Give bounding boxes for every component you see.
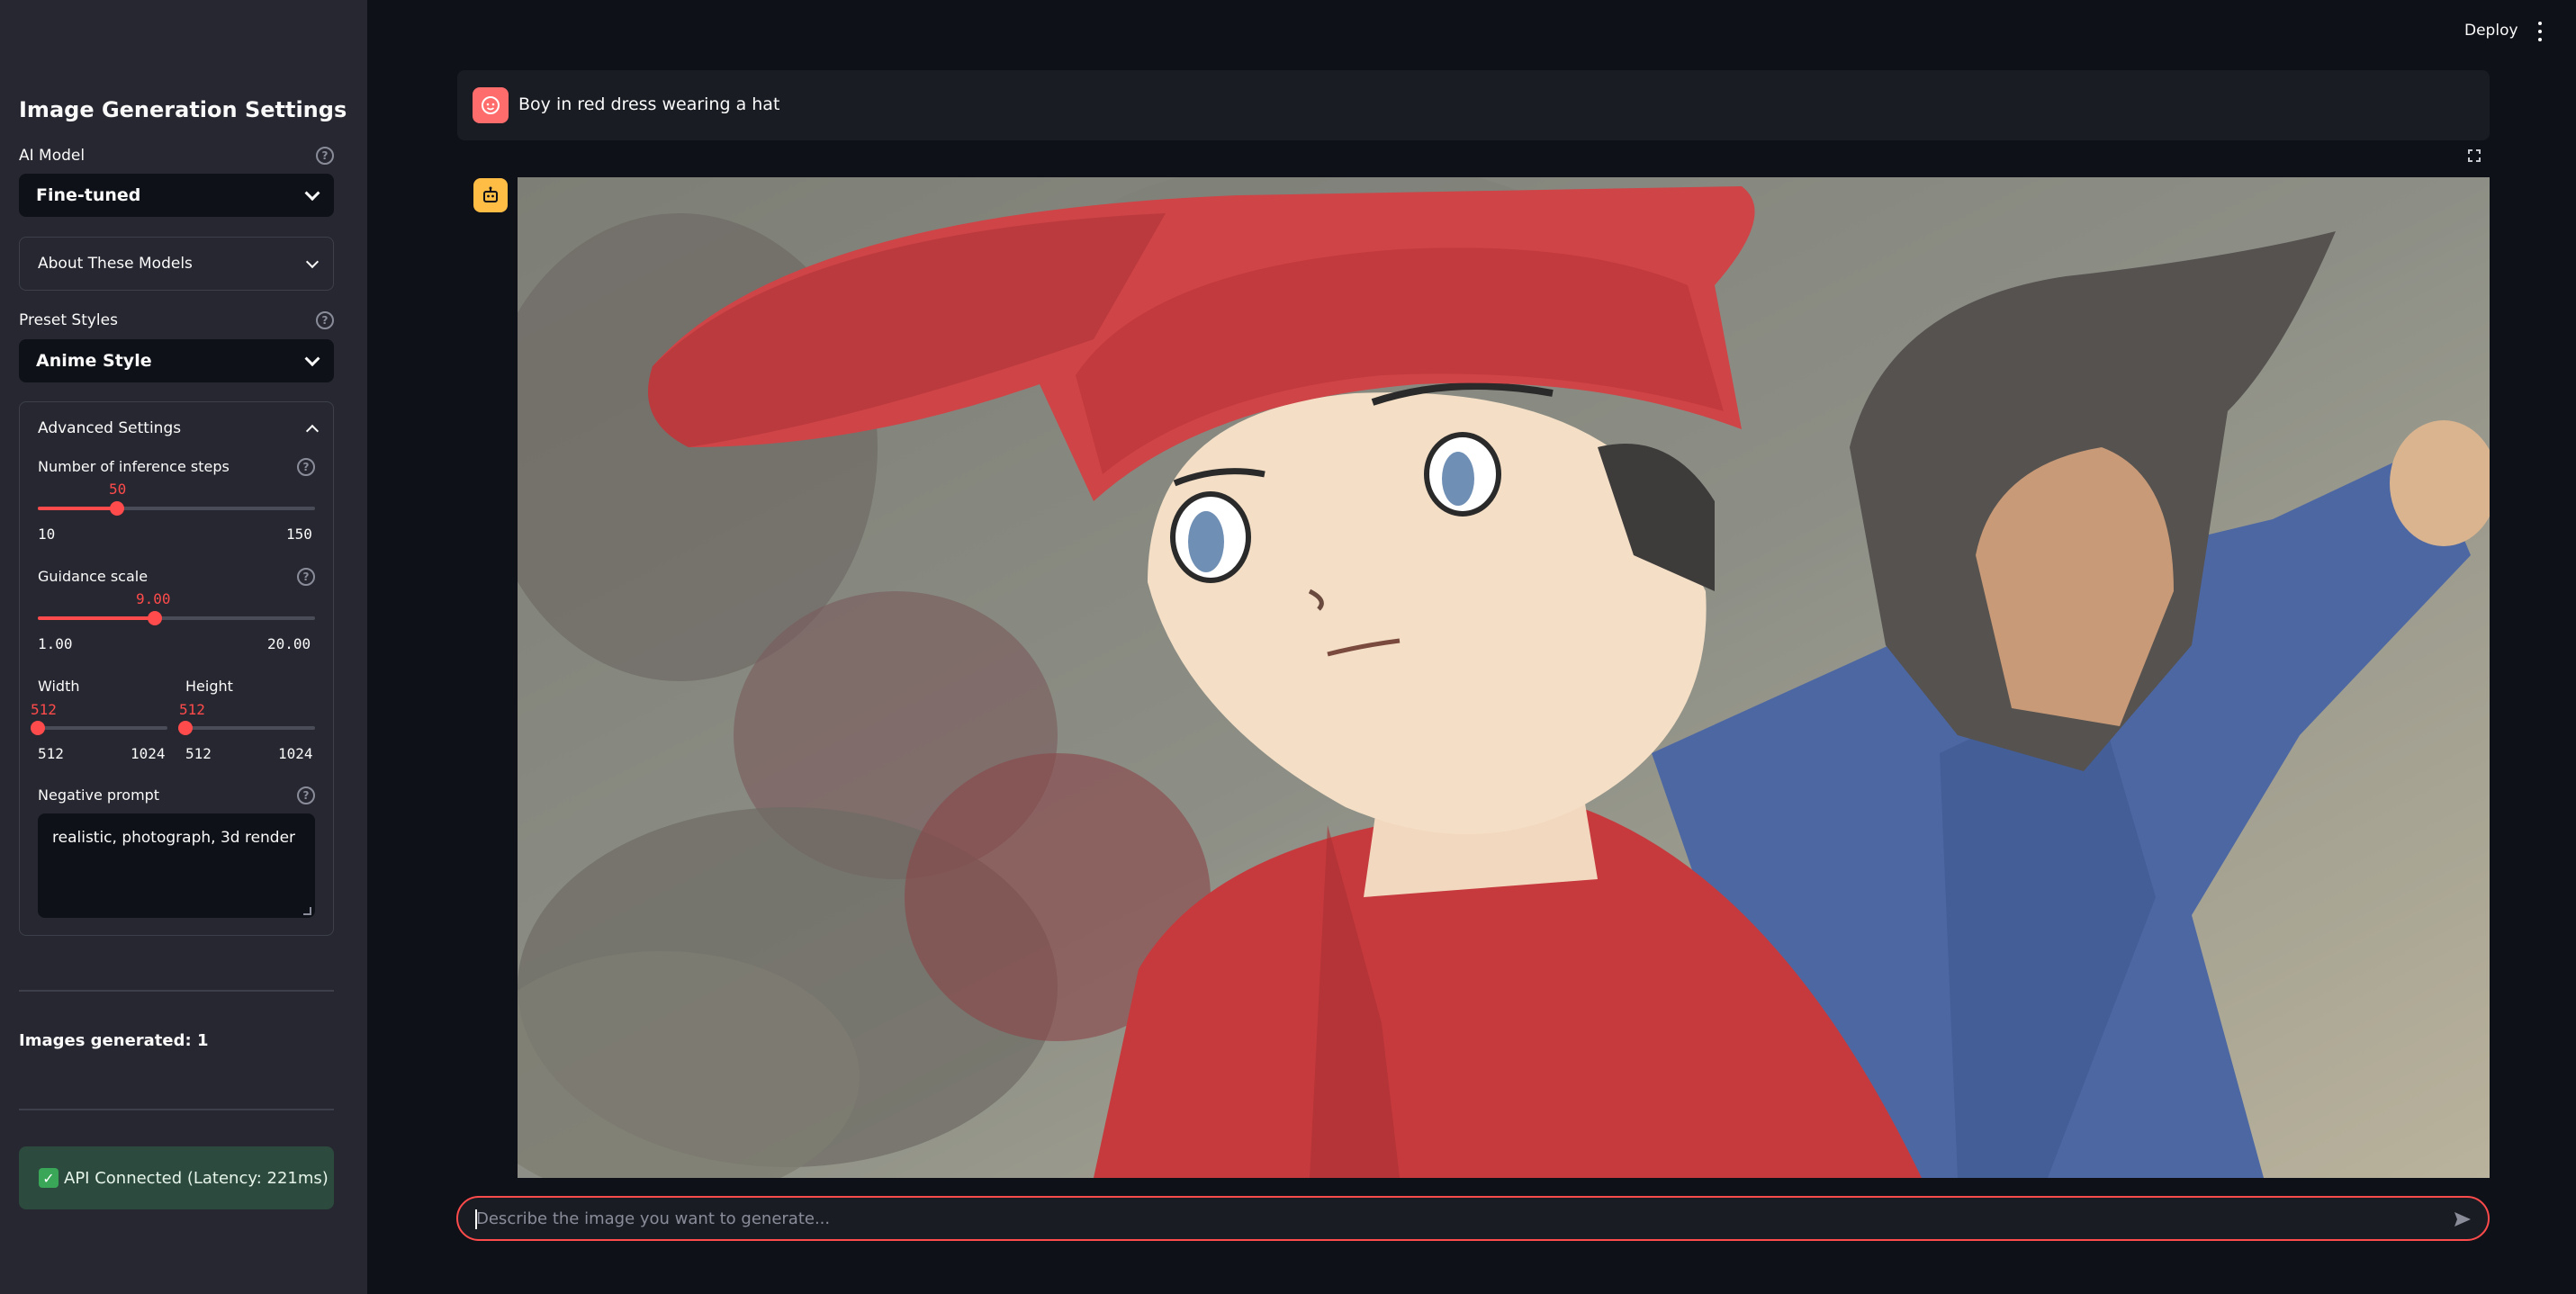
width-max: 1024 xyxy=(131,745,166,762)
model-select[interactable]: Fine-tuned xyxy=(19,174,334,217)
guidance-slider[interactable] xyxy=(38,611,315,625)
user-message: Boy in red dress wearing a hat xyxy=(457,70,2490,140)
preset-select-value: Anime Style xyxy=(36,351,152,371)
model-select-value: Fine-tuned xyxy=(36,185,141,205)
about-models-label: About These Models xyxy=(38,255,193,273)
api-status-alert: ✓ API Connected (Latency: 221ms) xyxy=(19,1146,334,1209)
model-label: AI Model xyxy=(19,147,86,165)
guidance-min: 1.00 xyxy=(38,635,73,652)
steps-max: 150 xyxy=(286,526,312,543)
steps-slider[interactable] xyxy=(38,501,315,516)
width-value: 512 xyxy=(31,701,57,718)
chat-input[interactable]: Describe the image you want to generate.… xyxy=(456,1196,2490,1241)
height-slider[interactable] xyxy=(178,721,315,735)
images-generated-count: Images generated: 1 xyxy=(19,1031,209,1050)
width-label: Width xyxy=(38,678,80,695)
chevron-down-icon xyxy=(304,185,320,202)
chevron-down-icon xyxy=(305,255,320,269)
api-status-text: API Connected (Latency: 221ms) xyxy=(64,1168,329,1188)
negative-prompt-textarea[interactable]: realistic, photograph, 3d render xyxy=(38,813,315,918)
advanced-settings-label: Advanced Settings xyxy=(38,419,182,437)
about-models-expander[interactable]: About These Models xyxy=(19,237,334,291)
check-mark-icon: ✓ xyxy=(39,1168,59,1188)
preset-label: Preset Styles xyxy=(19,311,118,329)
height-min: 512 xyxy=(185,745,212,762)
resize-handle-icon[interactable] xyxy=(303,907,311,915)
width-slider-thumb[interactable] xyxy=(31,721,45,735)
chevron-down-icon xyxy=(304,351,320,367)
help-icon[interactable]: ? xyxy=(297,786,315,804)
deploy-button[interactable]: Deploy xyxy=(2464,22,2518,40)
help-icon[interactable]: ? xyxy=(316,311,334,329)
user-avatar-icon xyxy=(473,87,509,123)
user-message-text: Boy in red dress wearing a hat xyxy=(518,94,780,114)
help-icon[interactable]: ? xyxy=(297,458,315,476)
more-menu-icon[interactable] xyxy=(2536,22,2544,41)
height-value: 512 xyxy=(179,701,205,718)
divider xyxy=(19,990,334,992)
help-icon[interactable]: ? xyxy=(316,147,334,165)
chat-input-placeholder: Describe the image you want to generate.… xyxy=(476,1209,831,1228)
width-slider[interactable] xyxy=(31,721,167,735)
steps-value: 50 xyxy=(109,481,127,498)
guidance-value: 9.00 xyxy=(136,590,171,607)
sidebar-title: Image Generation Settings xyxy=(19,97,347,122)
steps-slider-thumb[interactable] xyxy=(110,501,125,516)
send-icon[interactable] xyxy=(2452,1209,2473,1234)
chevron-up-icon xyxy=(305,424,320,438)
fullscreen-icon[interactable] xyxy=(2468,149,2481,162)
assistant-avatar-icon xyxy=(473,178,508,212)
advanced-settings-header[interactable]: Advanced Settings xyxy=(20,402,333,454)
guidance-slider-thumb[interactable] xyxy=(147,611,162,625)
preset-select[interactable]: Anime Style xyxy=(19,339,334,382)
steps-min: 10 xyxy=(38,526,56,543)
steps-label: Number of inference steps xyxy=(38,458,230,475)
divider xyxy=(19,1109,334,1110)
width-min: 512 xyxy=(38,745,64,762)
generated-image xyxy=(518,177,2490,1178)
height-label: Height xyxy=(185,678,233,695)
guidance-max: 20.00 xyxy=(267,635,311,652)
sidebar: Image Generation Settings AI Model ? Fin… xyxy=(0,0,367,1294)
help-icon[interactable]: ? xyxy=(297,568,315,586)
height-max: 1024 xyxy=(278,745,313,762)
height-slider-thumb[interactable] xyxy=(178,721,193,735)
app: Image Generation Settings AI Model ? Fin… xyxy=(0,0,2576,1294)
guidance-label: Guidance scale xyxy=(38,568,149,585)
negative-prompt-label: Negative prompt xyxy=(38,786,160,804)
